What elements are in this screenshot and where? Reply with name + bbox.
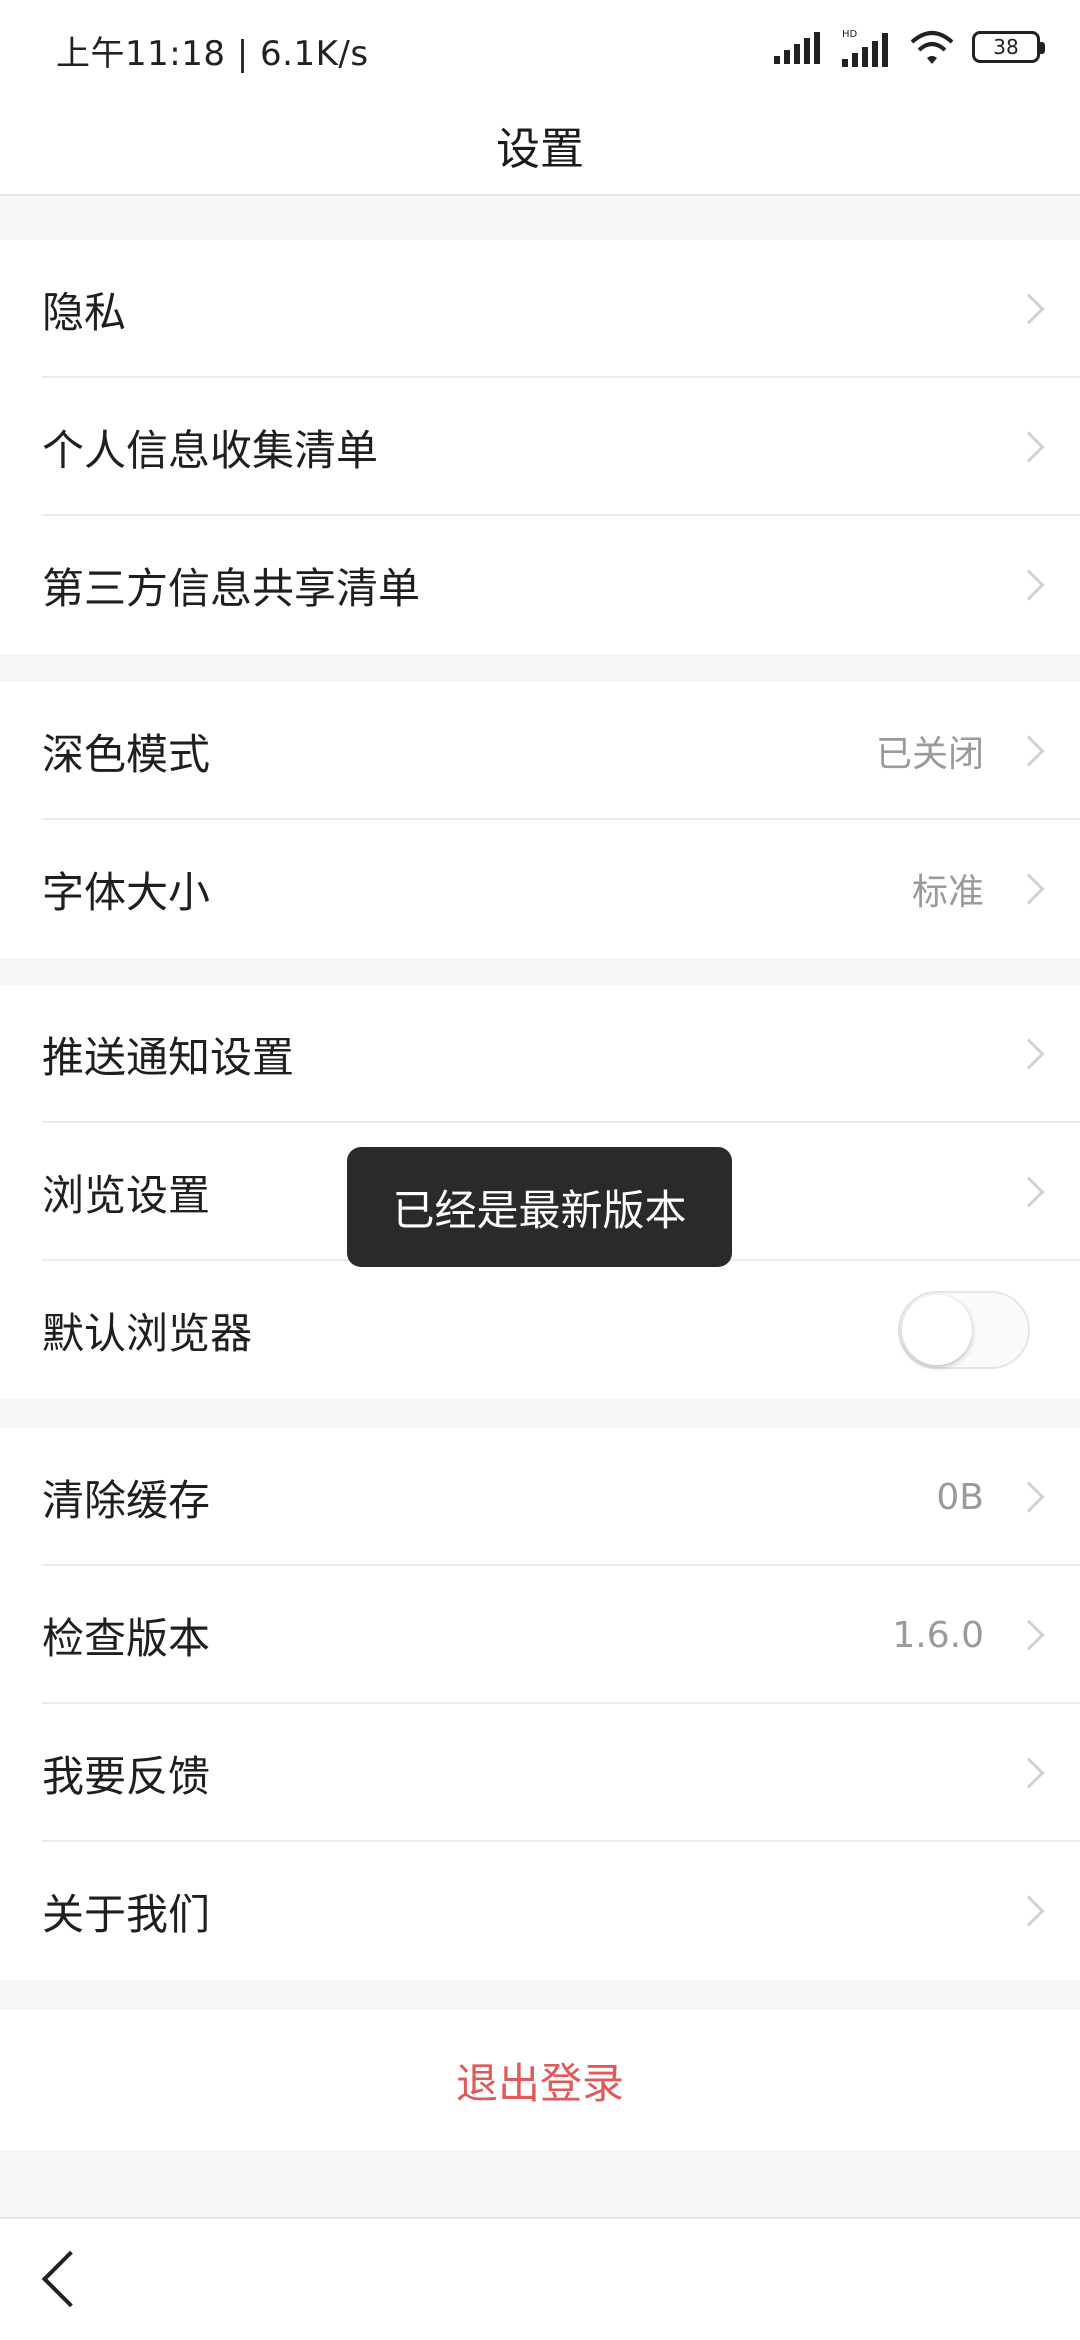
- settings-item-label: 浏览设置: [42, 1170, 211, 1220]
- chevron-right-icon: [1013, 1757, 1045, 1789]
- settings-item-label: 字体大小: [42, 867, 211, 917]
- settings-item-label: 检查版本: [42, 1613, 211, 1663]
- toast-text: 已经是最新版本: [392, 1185, 687, 1235]
- wifi-icon: [910, 31, 954, 64]
- chevron-right-icon: [1013, 1895, 1045, 1927]
- logout-label: 退出登录: [455, 2058, 624, 2108]
- settings-item-value: 0B: [936, 1476, 984, 1518]
- chevron-right-icon: [1013, 431, 1045, 463]
- settings-item-privacy[interactable]: 隐私: [0, 240, 1080, 378]
- settings-item-clear-cache[interactable]: 清除缓存 0B: [0, 1428, 1080, 1566]
- chevron-right-icon: [1013, 293, 1045, 325]
- settings-group-privacy: 隐私 个人信息收集清单 第三方信息共享清单: [0, 240, 1080, 654]
- chevron-right-icon: [1013, 735, 1045, 767]
- status-bar: 上午11:18 | 6.1K/s HD 38: [0, 0, 1080, 96]
- settings-item-check-version[interactable]: 检查版本 1.6.0: [0, 1566, 1080, 1704]
- battery-icon: 38: [972, 31, 1045, 63]
- back-icon[interactable]: [41, 2250, 99, 2308]
- settings-item-label: 隐私: [42, 287, 127, 337]
- chevron-right-icon: [1013, 1038, 1045, 1070]
- chevron-right-icon: [1013, 1176, 1045, 1208]
- settings-item-push-notifications[interactable]: 推送通知设置: [0, 985, 1080, 1123]
- default-browser-toggle[interactable]: [898, 1291, 1030, 1369]
- settings-item-value: 已关闭: [875, 734, 984, 775]
- battery-level: 38: [993, 35, 1019, 59]
- chevron-right-icon: [1013, 569, 1045, 601]
- hd-signal-icon: HD: [842, 29, 888, 67]
- chevron-right-icon: [1013, 873, 1045, 905]
- settings-item-label: 个人信息收集清单: [42, 425, 379, 475]
- settings-item-feedback[interactable]: 我要反馈: [0, 1704, 1080, 1842]
- settings-item-label: 清除缓存: [42, 1475, 211, 1525]
- signal-icon: [774, 32, 820, 64]
- bottom-bar: [0, 2217, 1080, 2340]
- status-icons: HD 38: [774, 22, 1045, 72]
- page-title: 设置: [496, 124, 584, 175]
- settings-item-value: 1.6.0: [892, 1614, 984, 1656]
- settings-item-label: 默认浏览器: [42, 1308, 253, 1358]
- settings-item-about-us[interactable]: 关于我们: [0, 1842, 1080, 1980]
- chevron-right-icon: [1013, 1619, 1045, 1651]
- settings-item-font-size[interactable]: 字体大小 标准: [0, 820, 1080, 958]
- settings-item-label: 深色模式: [42, 729, 211, 779]
- settings-item-third-party-sharing-list[interactable]: 第三方信息共享清单: [0, 516, 1080, 654]
- header: 设置: [0, 96, 1080, 196]
- status-time: 上午11:18 | 6.1K/s: [56, 34, 369, 74]
- settings-item-label: 关于我们: [42, 1889, 211, 1939]
- settings-item-label: 第三方信息共享清单: [42, 563, 421, 613]
- settings-item-value: 标准: [911, 872, 984, 913]
- settings-group-misc: 清除缓存 0B 检查版本 1.6.0 我要反馈 关于我们: [0, 1428, 1080, 1980]
- logout-button[interactable]: 退出登录: [0, 2010, 1080, 2150]
- settings-item-default-browser: 默认浏览器: [0, 1261, 1080, 1399]
- settings-item-personal-info-list[interactable]: 个人信息收集清单: [0, 378, 1080, 516]
- settings-item-label: 推送通知设置: [42, 1032, 295, 1082]
- chevron-right-icon: [1013, 1481, 1045, 1513]
- svg-text:HD: HD: [842, 29, 858, 40]
- toggle-knob: [902, 1295, 972, 1365]
- settings-item-dark-mode[interactable]: 深色模式 已关闭: [0, 682, 1080, 820]
- toast: 已经是最新版本: [347, 1147, 732, 1267]
- settings-group-display: 深色模式 已关闭 字体大小 标准: [0, 682, 1080, 958]
- settings-item-label: 我要反馈: [42, 1751, 211, 1801]
